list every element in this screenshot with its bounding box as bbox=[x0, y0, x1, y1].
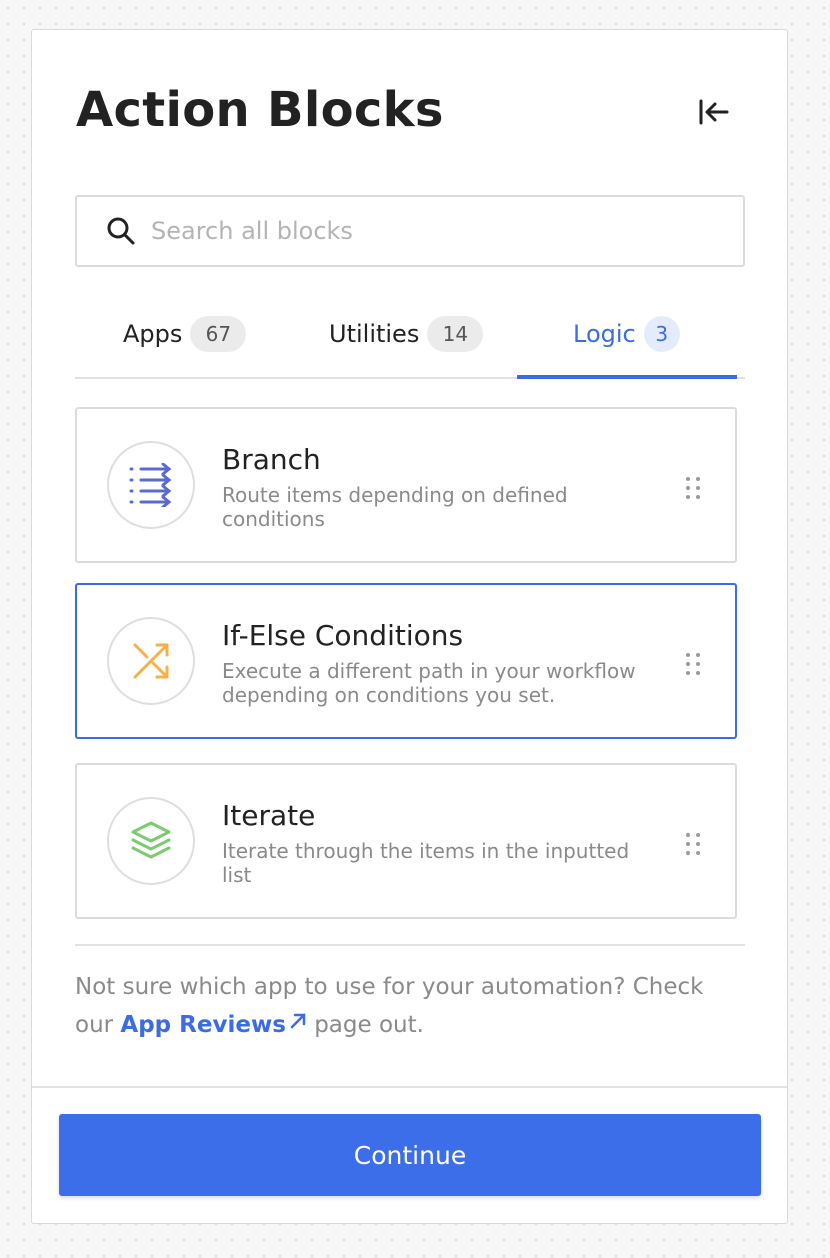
app-reviews-link[interactable]: App Reviews bbox=[120, 1012, 306, 1038]
tab-label: Logic bbox=[573, 320, 636, 348]
tab-utilities[interactable]: Utilities 14 bbox=[329, 310, 484, 379]
block-description: Execute a different path in your workflo… bbox=[222, 659, 636, 707]
block-name: Branch bbox=[222, 443, 321, 476]
search-icon bbox=[101, 211, 141, 251]
page-title: Action Blocks bbox=[76, 82, 444, 138]
block-card-branch[interactable]: Branch Route items depending on defined … bbox=[75, 407, 737, 563]
collapse-left-icon bbox=[699, 99, 729, 125]
footer-divider bbox=[32, 1086, 787, 1088]
layers-icon bbox=[131, 821, 171, 859]
tab-label: Apps bbox=[123, 320, 183, 348]
block-card-iterate[interactable]: Iterate Iterate through the items in the… bbox=[75, 763, 737, 919]
drag-handle-icon[interactable] bbox=[683, 651, 703, 677]
external-link-icon bbox=[290, 1013, 306, 1029]
shuffle-icon bbox=[133, 643, 169, 679]
tab-apps[interactable]: Apps 67 bbox=[123, 310, 247, 379]
divider bbox=[75, 944, 745, 946]
count-badge: 3 bbox=[643, 316, 680, 352]
help-note-text-end: page out. bbox=[306, 1012, 424, 1038]
block-icon-circle bbox=[107, 441, 195, 529]
active-tab-indicator bbox=[517, 375, 737, 379]
block-description: Iterate through the items in the inputte… bbox=[222, 839, 630, 887]
block-name: Iterate bbox=[222, 799, 316, 832]
count-badge: 67 bbox=[190, 316, 247, 352]
action-blocks-panel: Action Blocks Apps 67 Utilities 14 Logic… bbox=[31, 29, 788, 1224]
block-card-if-else[interactable]: If-Else Conditions Execute a different p… bbox=[75, 583, 737, 739]
block-icon-circle bbox=[107, 797, 195, 885]
category-tabs: Apps 67 Utilities 14 Logic 3 bbox=[75, 310, 745, 379]
tab-logic[interactable]: Logic 3 bbox=[573, 310, 680, 379]
search-box bbox=[75, 195, 745, 267]
tab-label: Utilities bbox=[329, 320, 420, 348]
drag-handle-icon[interactable] bbox=[683, 831, 703, 857]
drag-handle-icon[interactable] bbox=[683, 475, 703, 501]
collapse-panel-button[interactable] bbox=[694, 92, 734, 132]
continue-button[interactable]: Continue bbox=[59, 1114, 761, 1196]
block-icon-circle bbox=[107, 617, 195, 705]
block-description: Route items depending on defined conditi… bbox=[222, 483, 568, 531]
app-reviews-link-label: App Reviews bbox=[120, 1012, 286, 1038]
search-input[interactable] bbox=[151, 217, 711, 245]
block-name: If-Else Conditions bbox=[222, 619, 464, 652]
help-note: Not sure which app to use for your autom… bbox=[75, 968, 745, 1044]
branch-icon bbox=[129, 463, 172, 507]
count-badge: 14 bbox=[427, 316, 484, 352]
